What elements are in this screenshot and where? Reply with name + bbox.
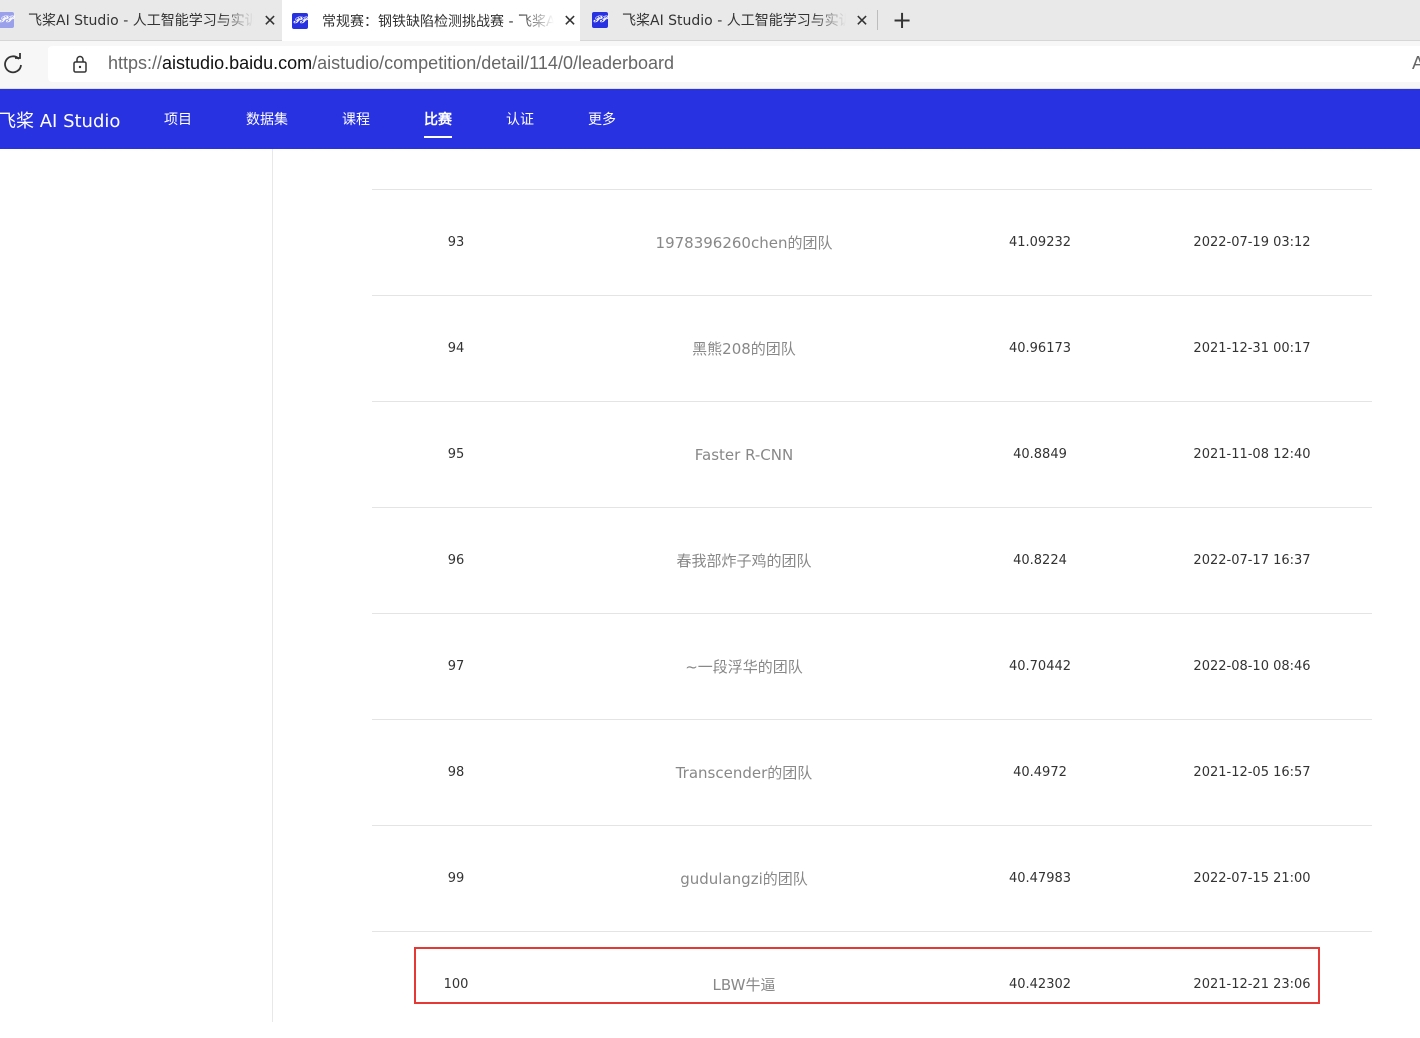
team-cell: 春我部炸子鸡的团队 (676, 552, 812, 570)
rank-cell: 93 (447, 235, 465, 250)
rank-cell: 95 (447, 447, 465, 462)
time-cell: 2021-12-05 16:57 (1193, 765, 1311, 780)
site-logo[interactable]: 飞桨 AI Studio (0, 107, 120, 133)
table-row: 93 1978396260chen的团队 41.09232 2022-07-19… (372, 190, 1372, 296)
score-cell: 40.70442 (1008, 659, 1072, 674)
nav-item-courses[interactable]: 课程 (342, 109, 370, 129)
leaderboard-table: 93 1978396260chen的团队 41.09232 2022-07-19… (372, 149, 1372, 1022)
address-bar[interactable]: https://aistudio.baidu.com/aistudio/comp… (48, 46, 1420, 82)
reload-icon[interactable] (0, 51, 26, 77)
nav-item-certification[interactable]: 认证 (506, 109, 534, 129)
tab-title: 常规赛：钢铁缺陷检测挑战赛 - 飞桨AI Studio (322, 13, 554, 30)
nav-item-datasets[interactable]: 数据集 (246, 109, 288, 129)
paddle-favicon-icon: 𝒫𝒫 (0, 12, 14, 28)
score-cell: 40.42302 (1008, 977, 1072, 992)
team-cell: LBW牛逼 (712, 976, 776, 994)
team-cell: Faster R-CNN (694, 445, 794, 464)
site-header: 飞桨 AI Studio 项目 数据集 课程 比赛 认证 更多 (0, 89, 1420, 149)
rank-cell: 96 (447, 553, 465, 568)
close-tab-icon[interactable]: ✕ (852, 10, 872, 30)
url-path: /aistudio/competition/detail/114/0/leade… (312, 53, 675, 73)
nav-item-projects[interactable]: 项目 (164, 109, 192, 129)
rank-cell: 94 (447, 341, 465, 356)
score-cell: 40.8224 (1013, 553, 1067, 568)
score-cell: 40.47983 (1008, 871, 1072, 886)
team-cell: Transcender的团队 (675, 764, 813, 782)
rank-cell: 97 (447, 659, 465, 674)
team-cell: gudulangzi的团队 (680, 870, 808, 888)
left-sidebar (0, 149, 273, 1022)
url-scheme: https:// (108, 53, 163, 73)
paddle-favicon-icon: 𝒫𝒫 (592, 12, 608, 28)
time-cell: 2022-07-15 21:00 (1193, 871, 1311, 886)
read-aloud-icon[interactable]: A (1412, 53, 1420, 74)
score-cell: 40.96173 (1008, 341, 1072, 356)
rank-cell: 100 (443, 977, 469, 992)
table-row: 99 gudulangzi的团队 40.47983 2022-07-15 21:… (372, 826, 1372, 932)
team-cell: 黑熊208的团队 (692, 340, 796, 358)
browser-tab-2[interactable]: 𝒫𝒫 常规赛：钢铁缺陷检测挑战赛 - 飞桨AI Studio ✕ (282, 0, 580, 41)
tab-title: 飞桨AI Studio - 人工智能学习与实训社区 (622, 13, 846, 29)
browser-tab-1[interactable]: 𝒫𝒫 飞桨AI Studio - 人工智能学习与实训社区 ✕ (0, 0, 280, 40)
nav-item-competitions[interactable]: 比赛 (424, 109, 452, 129)
time-cell: 2022-07-17 16:37 (1193, 553, 1311, 568)
rank-cell: 99 (447, 871, 465, 886)
time-cell: 2022-07-19 03:12 (1193, 235, 1311, 250)
nav-item-more[interactable]: 更多 (588, 109, 616, 129)
new-tab-button[interactable]: + (888, 6, 916, 34)
team-cell: 1978396260chen的团队 (655, 234, 833, 252)
browser-tab-3[interactable]: 𝒫𝒫 飞桨AI Studio - 人工智能学习与实训社区 ✕ (582, 0, 872, 40)
tab-title: 飞桨AI Studio - 人工智能学习与实训社区 (28, 13, 254, 29)
url-text[interactable]: https://aistudio.baidu.com/aistudio/comp… (108, 53, 674, 74)
table-row: 97 ~一段浮华的团队 40.70442 2022-08-10 08:46 (372, 614, 1372, 720)
table-row: 94 黑熊208的团队 40.96173 2021-12-31 00:17 (372, 296, 1372, 402)
url-host: aistudio.baidu.com (162, 53, 313, 73)
time-cell: 2021-12-31 00:17 (1193, 341, 1311, 356)
close-tab-icon[interactable]: ✕ (260, 10, 280, 30)
rank-cell: 98 (447, 765, 465, 780)
browser-toolbar: https://aistudio.baidu.com/aistudio/comp… (0, 41, 1420, 89)
time-cell: 2022-08-10 08:46 (1193, 659, 1311, 674)
table-row-highlighted: 100 LBW牛逼 40.42302 2021-12-21 23:06 (372, 932, 1372, 1038)
table-row: 98 Transcender的团队 40.4972 2021-12-05 16:… (372, 720, 1372, 826)
table-row: 95 Faster R-CNN 40.8849 2021-11-08 12:40 (372, 402, 1372, 508)
time-cell: 2021-11-08 12:40 (1193, 447, 1311, 462)
time-cell: 2021-12-21 23:06 (1193, 977, 1311, 992)
active-nav-indicator (424, 136, 452, 138)
tab-separator (877, 10, 878, 30)
score-cell: 40.4972 (1013, 765, 1067, 780)
close-tab-icon[interactable]: ✕ (560, 11, 580, 31)
score-cell: 40.8849 (1013, 447, 1067, 462)
team-cell: ~一段浮华的团队 (685, 658, 803, 676)
table-row: 96 春我部炸子鸡的团队 40.8224 2022-07-17 16:37 (372, 508, 1372, 614)
lock-icon[interactable] (72, 55, 88, 73)
paddle-favicon-icon: 𝒫𝒫 (292, 12, 308, 29)
browser-tab-strip: 𝒫𝒫 飞桨AI Studio - 人工智能学习与实训社区 ✕ 𝒫𝒫 常规赛：钢铁… (0, 0, 1420, 41)
score-cell: 41.09232 (1008, 235, 1072, 250)
